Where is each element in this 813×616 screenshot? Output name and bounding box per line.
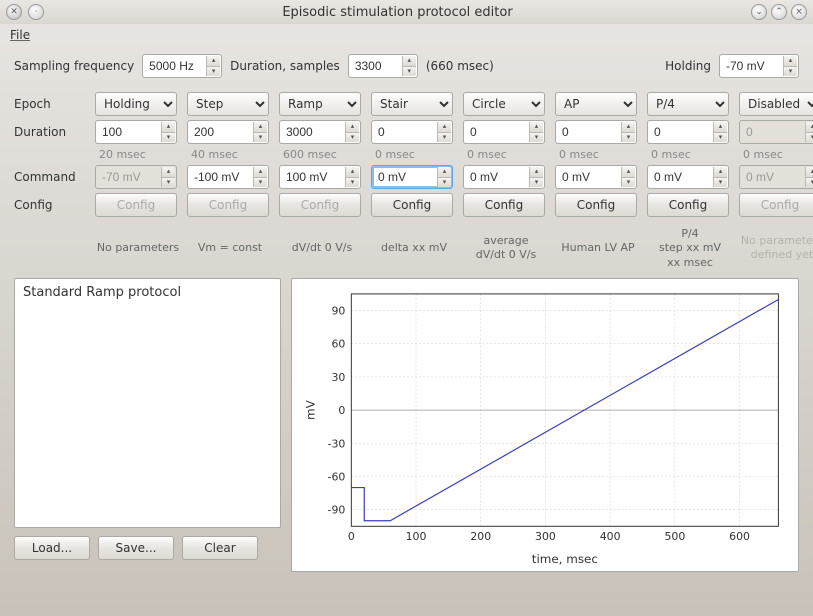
svg-text:0: 0 — [338, 404, 345, 417]
menu-icon[interactable]: · — [28, 4, 44, 20]
duration-spinner-7: ▴▾ — [739, 120, 813, 144]
spin-up-icon[interactable]: ▴ — [206, 56, 220, 67]
protocol-chart: 0 100 200 300 400 500 600 -90 -60 -30 0 30 60 90 time,… — [291, 278, 799, 572]
duration-msec-6: 0 msec — [647, 148, 733, 161]
duration-samples-input[interactable] — [355, 59, 399, 73]
info-1: Vm = const — [187, 241, 273, 255]
epoch-select-5[interactable]: AP — [555, 92, 637, 116]
command-spinner-1[interactable]: ▴▾ — [187, 165, 269, 189]
svg-text:0: 0 — [348, 530, 355, 543]
duration-samples-spinner[interactable]: ▴▾ — [348, 54, 418, 78]
duration-spinner-1[interactable]: ▴▾ — [187, 120, 269, 144]
epoch-select-6[interactable]: P/4 — [647, 92, 729, 116]
menu-file[interactable]: File — [10, 28, 30, 42]
config-button-1: Config — [187, 193, 269, 217]
duration-msec-0: 20 msec — [95, 148, 181, 161]
epoch-select-4[interactable]: Circle — [463, 92, 545, 116]
svg-text:200: 200 — [470, 530, 491, 543]
duration-spinner-6[interactable]: ▴▾ — [647, 120, 729, 144]
command-spinner-7: ▴▾ — [739, 165, 813, 189]
spin-down-icon[interactable]: ▾ — [783, 67, 797, 77]
epoch-select-0[interactable]: Holding — [95, 92, 177, 116]
svg-text:60: 60 — [331, 338, 345, 351]
duration-samples-label: Duration, samples — [230, 59, 340, 73]
info-4: average dV/dt 0 V/s — [463, 234, 549, 263]
svg-text:-60: -60 — [328, 470, 346, 483]
duration-spinner-5[interactable]: ▴▾ — [555, 120, 637, 144]
config-button-3[interactable]: Config — [371, 193, 453, 217]
config-button-5[interactable]: Config — [555, 193, 637, 217]
duration-msec-3: 0 msec — [371, 148, 457, 161]
config-button-7: Config — [739, 193, 813, 217]
maximize-icon[interactable]: ⌃ — [771, 4, 787, 20]
duration-spinner-4[interactable]: ▴▾ — [463, 120, 545, 144]
duration-msec-2: 600 msec — [279, 148, 365, 161]
command-spinner-0: ▴▾ — [95, 165, 177, 189]
duration-msec-4: 0 msec — [463, 148, 549, 161]
info-7: No parameters defined yet — [739, 234, 813, 263]
config-button-2: Config — [279, 193, 361, 217]
command-spinner-2[interactable]: ▴▾ — [279, 165, 361, 189]
command-spinner-4[interactable]: ▴▾ — [463, 165, 545, 189]
info-3: delta xx mV — [371, 241, 457, 255]
spin-down-icon[interactable]: ▾ — [402, 67, 416, 77]
svg-text:300: 300 — [535, 530, 556, 543]
svg-text:500: 500 — [664, 530, 685, 543]
info-6: P/4 step xx mV xx msec — [647, 227, 733, 270]
list-item[interactable]: Standard Ramp protocol — [23, 285, 272, 300]
svg-text:600: 600 — [729, 530, 750, 543]
duration-msec-1: 40 msec — [187, 148, 273, 161]
svg-text:400: 400 — [600, 530, 621, 543]
duration-msec-5: 0 msec — [555, 148, 641, 161]
save-button[interactable]: Save... — [98, 536, 174, 560]
svg-text:-90: -90 — [328, 504, 346, 517]
svg-text:90: 90 — [331, 304, 345, 317]
close-icon[interactable]: × — [791, 4, 807, 20]
spin-up-icon[interactable]: ▴ — [402, 56, 416, 67]
holding-spinner[interactable]: ▴▾ — [719, 54, 799, 78]
app-icon: ✕ — [6, 4, 22, 20]
sampling-label: Sampling frequency — [14, 59, 134, 73]
svg-text:time, msec: time, msec — [532, 552, 598, 566]
command-spinner-5[interactable]: ▴▾ — [555, 165, 637, 189]
protocol-list[interactable]: Standard Ramp protocol — [14, 278, 281, 528]
duration-spinner-3[interactable]: ▴▾ — [371, 120, 453, 144]
duration-spinner-2[interactable]: ▴▾ — [279, 120, 361, 144]
info-5: Human LV AP — [555, 241, 641, 255]
epoch-label: Epoch — [14, 97, 89, 111]
epoch-select-7[interactable]: Disabled — [739, 92, 813, 116]
svg-text:100: 100 — [406, 530, 427, 543]
sampling-spinner[interactable]: ▴▾ — [142, 54, 222, 78]
svg-text:-30: -30 — [328, 437, 346, 450]
command-spinner-3[interactable]: ▴▾ — [371, 165, 453, 189]
command-label: Command — [14, 170, 89, 184]
config-button-6[interactable]: Config — [647, 193, 729, 217]
sampling-input[interactable] — [149, 59, 203, 73]
minimize-icon[interactable]: ⌄ — [751, 4, 767, 20]
config-button-0: Config — [95, 193, 177, 217]
clear-button[interactable]: Clear — [182, 536, 258, 560]
config-button-4[interactable]: Config — [463, 193, 545, 217]
window-title: Episodic stimulation protocol editor — [44, 5, 751, 20]
config-label: Config — [14, 198, 89, 212]
holding-label: Holding — [665, 59, 711, 73]
holding-input[interactable] — [726, 59, 780, 73]
command-spinner-6[interactable]: ▴▾ — [647, 165, 729, 189]
duration-hint: (660 msec) — [426, 59, 494, 73]
epoch-select-3[interactable]: Stair — [371, 92, 453, 116]
info-2: dV/dt 0 V/s — [279, 241, 365, 255]
duration-msec-7: 0 msec — [739, 148, 813, 161]
epoch-select-2[interactable]: Ramp — [279, 92, 361, 116]
svg-text:mV: mV — [304, 399, 318, 420]
duration-label: Duration — [14, 125, 89, 139]
epoch-select-1[interactable]: Step — [187, 92, 269, 116]
load-button[interactable]: Load... — [14, 536, 90, 560]
spin-down-icon[interactable]: ▾ — [206, 67, 220, 77]
duration-spinner-0[interactable]: ▴▾ — [95, 120, 177, 144]
info-0: No parameters — [95, 241, 181, 255]
spin-up-icon[interactable]: ▴ — [783, 56, 797, 67]
svg-text:30: 30 — [331, 371, 345, 384]
